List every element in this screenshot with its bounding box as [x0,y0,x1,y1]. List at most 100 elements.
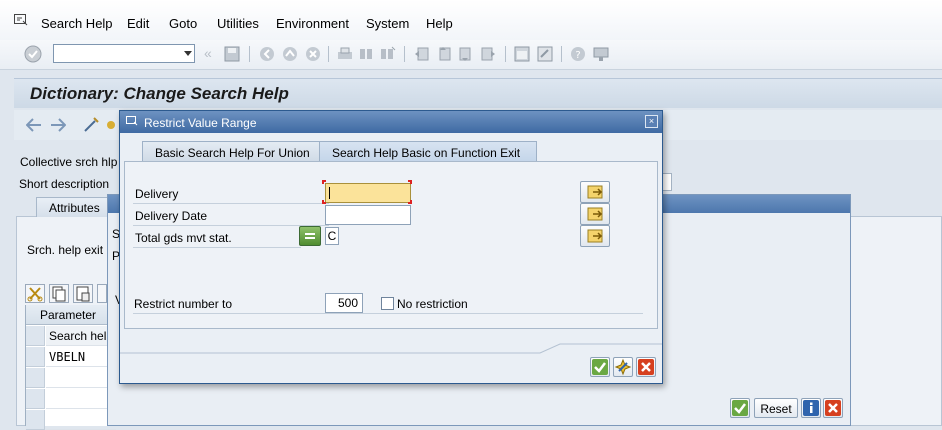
table-row[interactable] [46,410,116,430]
svg-text:?: ? [575,50,580,61]
tab-basic-search-help-for-union[interactable]: Basic Search Help For Union [142,141,320,161]
row-selector[interactable] [26,410,45,430]
total-goods-multiple-selection-button[interactable] [580,225,610,247]
dialog-multiple-selection-button[interactable] [613,357,633,377]
dialog-cancel-button[interactable] [636,357,656,377]
menu-edit[interactable]: Edit [127,16,149,31]
row-selector[interactable] [26,389,45,409]
copy-icon[interactable] [49,284,69,303]
tab-attributes-label: Attributes [49,201,100,215]
menu-environment[interactable]: Environment [276,16,349,31]
arrow-right-icon[interactable] [50,118,66,132]
no-restriction-checkbox[interactable] [381,297,394,310]
shortcut-icon[interactable] [536,45,554,63]
multiple-selection-icon [587,229,603,243]
back-icon[interactable]: « [204,45,222,63]
sap-menu-icon[interactable] [14,14,28,26]
multiple-selection-icon [587,185,603,199]
dialog-confirm-button[interactable] [590,357,610,377]
exit-icon[interactable] [281,45,299,63]
parameter-column-header: Parameter [26,305,116,325]
close-icon: × [648,116,655,126]
row-selector[interactable] [26,368,45,388]
dialog-close-button[interactable]: × [645,115,658,128]
title-bar: Dictionary: Change Search Help [14,78,942,108]
row-selector[interactable] [26,347,45,367]
menu-utilities[interactable]: Utilities [217,16,259,31]
dialog-title: Restrict Value Range [144,116,257,130]
selection-options-button[interactable] [299,226,321,246]
total-goods-movement-status-label: Total gds mvt stat. [135,231,232,245]
no-restriction-label: No restriction [397,297,468,311]
find-icon[interactable] [357,45,375,63]
equals-icon [305,233,315,239]
first-page-icon[interactable] [413,45,431,63]
close-icon [825,400,841,416]
delivery-date-input[interactable] [325,205,411,225]
save-icon[interactable] [223,45,241,63]
back-nav-icon[interactable] [258,45,276,63]
menu-help[interactable]: Help [426,16,453,31]
delivery-date-label: Delivery Date [135,209,208,223]
total-goods-movement-status-input[interactable]: C [325,227,339,245]
enter-icon[interactable] [24,45,42,63]
text-cursor [329,187,330,199]
delivery-multiple-selection-button[interactable] [580,181,610,203]
multiple-selection-icon [614,358,632,376]
close-icon [638,359,654,375]
delivery-input[interactable] [325,183,411,203]
tab-search-help-basic-function-exit-label: Search Help Basic on Function Exit [332,146,521,160]
collective-search-help-label: Collective srch hlp [20,155,118,169]
tab-attributes[interactable]: Attributes [36,197,110,217]
print-icon[interactable] [336,45,354,63]
tab-basic-search-help-for-union-label: Basic Search Help For Union [155,146,310,160]
info-button[interactable] [801,398,821,418]
parameter-table: Parameter Search help VBELN [25,305,116,430]
confirm-button[interactable] [730,398,750,418]
arrow-left-icon[interactable] [26,118,42,132]
search-help-column-header: Search help [46,326,116,346]
insert-row-icon[interactable] [97,284,107,303]
reset-button[interactable]: Reset [754,398,798,418]
multiple-selection-icon [587,207,603,221]
cancel-button[interactable] [823,398,843,418]
short-description-label: Short description [19,177,110,191]
checkmark-icon [592,359,608,375]
new-session-icon[interactable] [513,45,531,63]
cut-icon[interactable] [25,284,45,303]
menu-goto[interactable]: Goto [169,16,197,31]
paste-icon[interactable] [73,284,93,303]
page-title: Dictionary: Change Search Help [30,84,289,103]
menu-system[interactable]: System [366,16,409,31]
next-page-icon[interactable] [457,45,475,63]
restrict-number-input[interactable]: 500 [325,293,363,313]
dialog-title-bar[interactable]: Restrict Value Range × [120,111,662,133]
restrict-value-panel: Delivery Delivery Date Total gds mvt sta… [124,161,658,329]
prev-page-icon[interactable] [435,45,453,63]
tab-search-help-basic-function-exit[interactable]: Search Help Basic on Function Exit [319,141,537,161]
table-row[interactable] [46,368,116,388]
total-goods-movement-status-value: C [327,229,337,243]
dialog-menu-icon[interactable] [126,116,138,126]
table-row[interactable] [46,389,116,409]
command-field[interactable] [53,44,195,63]
restrict-value-range-dialog: Restrict Value Range × Basic Search Help… [119,110,663,384]
delivery-label: Delivery [135,187,179,201]
checkmark-icon [732,400,748,416]
help-icon[interactable]: ? [569,45,587,63]
table-row[interactable]: VBELN [46,347,116,367]
layout-icon[interactable] [592,45,610,63]
menu-search-help[interactable]: Search Help [41,16,113,31]
cancel-icon[interactable] [304,45,322,63]
last-page-icon[interactable] [479,45,497,63]
dialog-footer-divider [120,343,662,354]
activate-icon[interactable] [106,116,116,134]
restrict-number-value: 500 [337,296,358,310]
delivery-date-multiple-selection-button[interactable] [580,203,610,225]
search-help-exit-label: Srch. help exit [27,243,104,257]
row-selector[interactable] [26,326,45,346]
find-next-icon[interactable] [378,45,396,63]
display-change-icon[interactable] [82,116,100,134]
chevron-down-icon[interactable] [184,51,192,56]
reset-button-label: Reset [760,402,792,416]
